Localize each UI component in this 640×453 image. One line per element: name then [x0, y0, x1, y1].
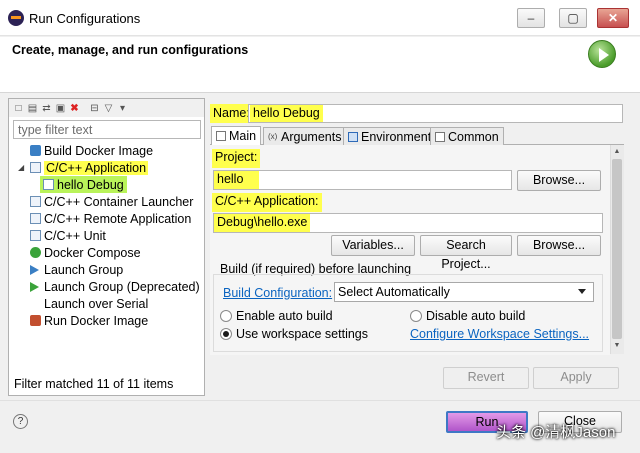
tree-item-label: C/C++ Application: [44, 160, 149, 175]
tree-item-label: C/C++ Unit: [44, 228, 106, 243]
tree-item-label: Launch Group: [44, 262, 124, 277]
maximize-button[interactable]: ▢: [559, 8, 587, 28]
window-title: Run Configurations: [29, 11, 141, 26]
tree-item-cpp-application[interactable]: C/C++ Application: [30, 159, 149, 176]
browse-application-button[interactable]: Browse...: [517, 235, 601, 256]
scrollbar-thumb[interactable]: [612, 159, 622, 339]
tree-item-launch-over-serial[interactable]: Launch over Serial: [44, 295, 148, 312]
cpp-application-icon: [30, 162, 41, 173]
docker-compose-icon: [30, 247, 41, 258]
docker-build-icon: [30, 145, 41, 156]
tree-item-launch-group[interactable]: Launch Group: [30, 261, 123, 278]
apply-button[interactable]: Apply: [533, 367, 619, 389]
docker-run-icon: [30, 315, 41, 326]
scroll-down-icon[interactable]: ▼: [612, 341, 622, 351]
tree-item-label: hello Debug: [57, 177, 124, 192]
search-project-button[interactable]: Search Project...: [420, 235, 512, 271]
tree-item-cpp-unit[interactable]: C/C++ Unit: [30, 227, 106, 244]
main-tab-icon: [216, 131, 226, 141]
cpp-application-field-value[interactable]: Debug\hello.exe: [214, 214, 311, 232]
tree-item-label: Run Docker Image: [44, 313, 149, 328]
banner-title: Create, manage, and run configurations: [12, 43, 249, 57]
disable-auto-build-label: Disable auto build: [426, 309, 526, 323]
tree-item-label: Build Docker Image: [44, 143, 154, 158]
environment-tab-icon: [348, 131, 358, 142]
tab-arguments[interactable]: (x) Arguments: [263, 127, 347, 145]
launch-group-icon: [30, 281, 39, 292]
new-config-icon[interactable]: □: [13, 103, 24, 114]
build-configuration-select[interactable]: Select Automatically: [334, 282, 594, 302]
tree-item-label: C/C++ Remote Application: [44, 211, 192, 226]
collapse-all-icon[interactable]: ⊟: [89, 103, 100, 114]
tab-label: Common: [448, 129, 499, 144]
build-configuration-link[interactable]: Build Configuration:: [223, 286, 332, 300]
duplicate-icon[interactable]: ▣: [55, 103, 66, 114]
disable-auto-build-radio[interactable]: [410, 310, 422, 322]
eclipse-logo-icon: [8, 10, 24, 26]
tree-item-label: Launch over Serial: [44, 296, 149, 311]
minimize-button[interactable]: –: [517, 8, 545, 28]
use-workspace-settings-label: Use workspace settings: [236, 327, 369, 341]
configure-workspace-settings-link[interactable]: Configure Workspace Settings...: [410, 327, 589, 341]
footer-separator: [0, 400, 640, 401]
export-icon[interactable]: ⇄: [41, 103, 52, 114]
name-field-value[interactable]: hello Debug: [250, 105, 323, 122]
delete-icon[interactable]: ✖: [69, 103, 80, 114]
project-field-value[interactable]: hello: [214, 171, 259, 189]
enable-auto-build-label: Enable auto build: [236, 309, 333, 323]
tree-item-label: Launch Group (Deprecated): [44, 279, 200, 294]
common-tab-icon: [435, 131, 445, 142]
enable-auto-build-radio[interactable]: [220, 310, 232, 322]
tab-label: Main: [229, 129, 257, 143]
arguments-tab-icon: (x): [268, 131, 278, 141]
view-menu-icon[interactable]: ▾: [117, 103, 128, 114]
tree-item-build-docker-image[interactable]: Build Docker Image: [30, 142, 153, 159]
tab-label: Environment: [361, 129, 432, 144]
tree-toolbar: □ ▤ ⇄ ▣ ✖ ⊟ ▽ ▾: [9, 99, 204, 117]
tab-common[interactable]: Common: [430, 127, 504, 145]
tree-item-launch-group-deprecated[interactable]: Launch Group (Deprecated): [30, 278, 200, 295]
tree-item-docker-compose[interactable]: Docker Compose: [30, 244, 141, 261]
help-icon[interactable]: ?: [13, 414, 28, 429]
tab-label: Arguments: [281, 129, 342, 144]
close-window-button[interactable]: ✕: [597, 8, 629, 28]
revert-button[interactable]: Revert: [443, 367, 529, 389]
cpp-application-label: C/C++ Application:: [212, 193, 322, 212]
filter-icon[interactable]: ▽: [103, 103, 114, 114]
scroll-up-icon[interactable]: ▲: [612, 147, 622, 157]
filter-input[interactable]: [13, 120, 201, 139]
cpp-application-icon: [30, 196, 41, 207]
cpp-launch-config-icon: [43, 179, 54, 190]
tree-item-container-launcher[interactable]: C/C++ Container Launcher: [30, 193, 193, 210]
chevron-down-icon[interactable]: [578, 289, 586, 294]
tree-item-run-docker-image[interactable]: Run Docker Image: [30, 312, 148, 329]
watermark: 头条 @清枫Jason: [496, 424, 616, 441]
variables-button[interactable]: Variables...: [331, 235, 415, 256]
cpp-application-icon: [30, 213, 41, 224]
tree-item-hello-debug[interactable]: hello Debug: [40, 176, 127, 193]
filter-status-text: Filter matched 11 of 11 items: [14, 377, 174, 391]
launch-group-icon: [30, 264, 39, 275]
browse-project-button[interactable]: Browse...: [517, 170, 601, 191]
tab-main[interactable]: Main: [211, 126, 262, 145]
use-workspace-settings-radio[interactable]: [220, 328, 232, 340]
tree-item-label: C/C++ Container Launcher: [44, 194, 194, 209]
new-prototype-icon[interactable]: ▤: [27, 103, 38, 114]
project-label: Project:: [212, 149, 261, 168]
cpp-unit-icon: [30, 230, 41, 241]
name-label: Name:: [210, 104, 253, 123]
tab-environment[interactable]: Environment: [343, 127, 437, 145]
expand-toggle-icon[interactable]: ◢: [18, 163, 24, 172]
tree-item-label: Docker Compose: [44, 245, 141, 260]
run-banner-icon: [588, 40, 616, 68]
tree-item-remote-application[interactable]: C/C++ Remote Application: [30, 210, 191, 227]
